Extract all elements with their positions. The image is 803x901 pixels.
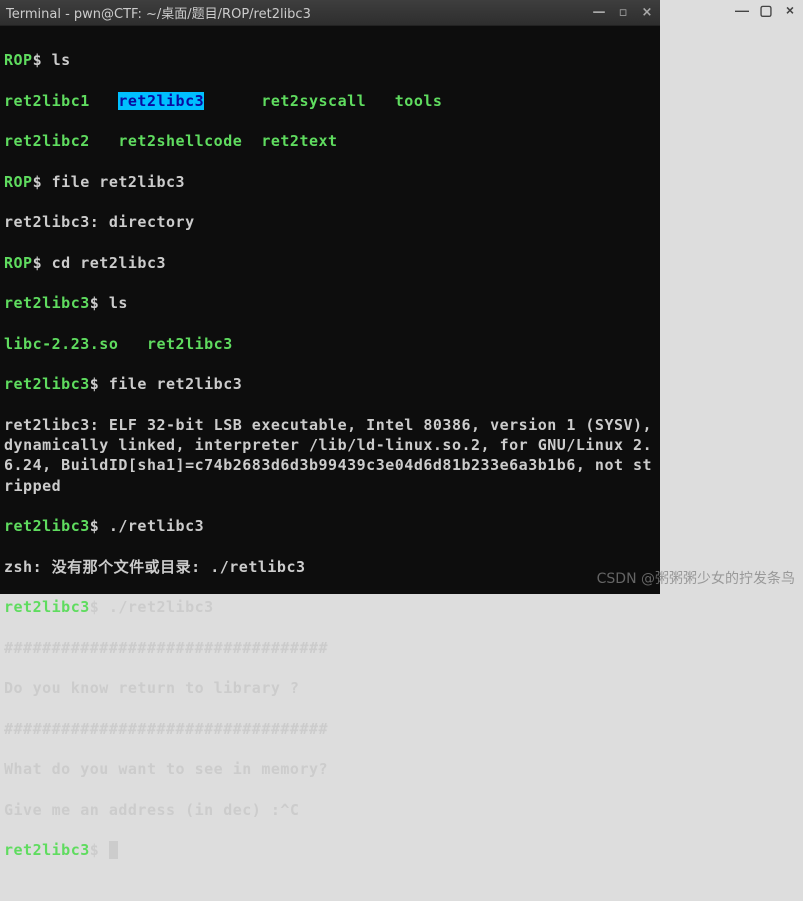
- prompt-path: ROP: [4, 173, 33, 191]
- prompt-path: ROP: [4, 254, 33, 272]
- ls-entry: ret2text: [261, 132, 337, 150]
- cmd-text: ./retlibc3: [109, 517, 204, 535]
- output-text: ##################################: [4, 638, 656, 658]
- outer-max-icon[interactable]: ▢: [759, 2, 773, 19]
- ls-entry: libc-2.23.so: [4, 335, 118, 353]
- terminal-window: Terminal - pwn@CTF: ~/桌面/题目/ROP/ret2libc…: [0, 0, 660, 594]
- output-text: zsh: 没有那个文件或目录: ./retlibc3: [4, 557, 656, 577]
- outer-close-icon[interactable]: ×: [783, 2, 797, 19]
- output-text: Give me an address (in dec) :^C: [4, 800, 656, 820]
- underline-annotation: nami: [23, 436, 61, 454]
- maximize-icon[interactable]: ▫: [616, 5, 630, 20]
- ls-entry: ret2libc1: [4, 92, 90, 110]
- output-text: ##################################: [4, 719, 656, 739]
- ls-entry: tools: [395, 92, 443, 110]
- prompt-path: ret2libc3: [4, 517, 90, 535]
- prompt-dollar: $: [90, 294, 109, 312]
- prompt-dollar: $: [33, 51, 52, 69]
- terminal-body[interactable]: ROP$ ls ret2libc1 ret2libc3 ret2syscall …: [0, 26, 660, 594]
- output-text: What do you want to see in memory?: [4, 759, 656, 779]
- cursor: [109, 841, 118, 859]
- ls-entry: ret2libc2: [4, 132, 90, 150]
- output-text: ret2libc3: ELF 32-bit LSB executable, In…: [4, 415, 656, 496]
- prompt-path: ret2libc3: [4, 294, 90, 312]
- cmd-text: ./ret2libc3: [109, 598, 214, 616]
- output-text: Do you know return to library ?: [4, 678, 656, 698]
- outer-min-icon[interactable]: —: [735, 2, 749, 19]
- output-text: ret2libc3: directory: [4, 212, 656, 232]
- prompt-path: ret2libc3: [4, 598, 90, 616]
- prompt-path: ROP: [4, 51, 33, 69]
- ls-entry: ret2syscall: [261, 92, 366, 110]
- cmd-text: file ret2libc3: [109, 375, 242, 393]
- prompt-dollar: $: [90, 841, 109, 859]
- prompt-dollar: $: [33, 254, 52, 272]
- prompt-dollar: $: [90, 517, 109, 535]
- prompt-dollar: $: [90, 598, 109, 616]
- cmd-text: ls: [52, 51, 71, 69]
- ls-entry-selected: ret2libc3: [118, 92, 204, 110]
- prompt-path: ret2libc3: [4, 375, 90, 393]
- prompt-dollar: $: [90, 375, 109, 393]
- prompt-path: ret2libc3: [4, 841, 90, 859]
- ls-entry: ret2libc3: [147, 335, 233, 353]
- watermark-text: CSDN @粥粥粥少女的拧发条鸟: [597, 568, 795, 588]
- prompt-dollar: $: [33, 173, 52, 191]
- cmd-text: ls: [109, 294, 128, 312]
- window-title: Terminal - pwn@CTF: ~/桌面/题目/ROP/ret2libc…: [6, 3, 592, 22]
- cmd-text: file ret2libc3: [52, 173, 185, 191]
- close-icon[interactable]: ×: [640, 5, 654, 20]
- titlebar: Terminal - pwn@CTF: ~/桌面/题目/ROP/ret2libc…: [0, 0, 660, 26]
- ls-entry: ret2shellcode: [118, 132, 242, 150]
- cmd-text: cd ret2libc3: [52, 254, 166, 272]
- minimize-icon[interactable]: —: [592, 5, 606, 20]
